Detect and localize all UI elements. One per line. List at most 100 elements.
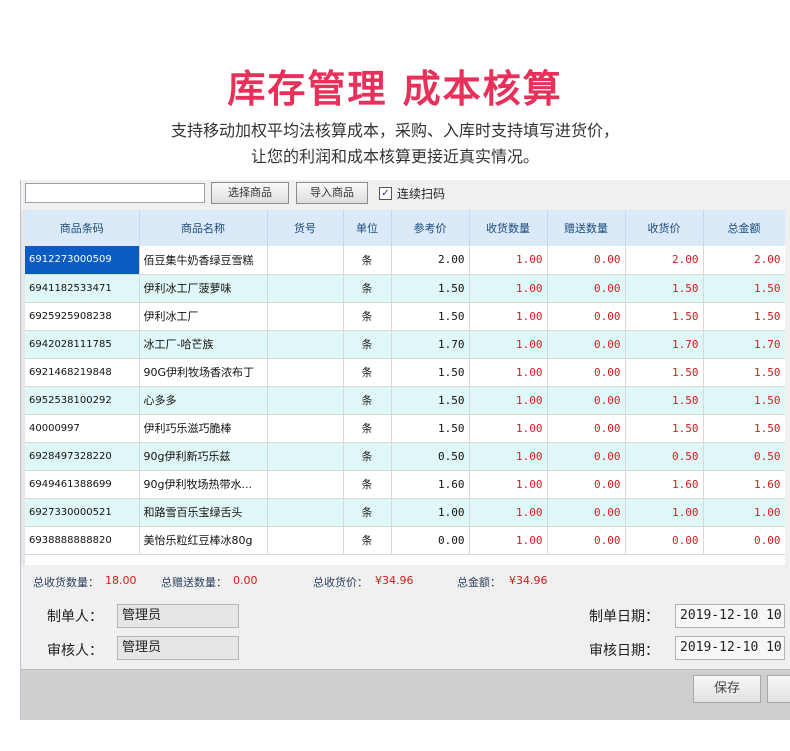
cell-recv-price[interactable]: 1.60 [625, 470, 704, 499]
cell-item-no[interactable] [267, 358, 344, 387]
cell-barcode[interactable]: 6921468219848 [25, 358, 140, 387]
cell-ref-price[interactable]: 1.50 [391, 358, 470, 387]
col-header-ref-price[interactable]: 参考价 [391, 210, 470, 246]
col-header-gift-qty[interactable]: 赠送数量 [547, 210, 626, 246]
cell-ref-price[interactable]: 1.70 [391, 330, 470, 359]
cell-recv-qty[interactable]: 1.00 [469, 414, 548, 443]
table-row[interactable]: 6938888888820 美怡乐粒红豆棒冰80g 条 0.00 1.00 0.00 0.0… [25, 526, 785, 555]
cell-barcode[interactable]: 6949461388699 [25, 470, 140, 499]
cell-barcode[interactable]: 6928497328220 [25, 442, 140, 471]
cell-name[interactable]: 心多多 [139, 386, 268, 415]
cell-recv-qty[interactable]: 1.00 [469, 386, 548, 415]
col-header-unit[interactable]: 单位 [343, 210, 392, 246]
cell-recv-price[interactable]: 1.70 [625, 330, 704, 359]
cell-item-no[interactable] [267, 246, 344, 275]
cell-gift-qty[interactable]: 0.00 [547, 358, 626, 387]
cell-name[interactable]: 伊利冰工厂菠萝味 [139, 274, 268, 303]
cell-gift-qty[interactable]: 0.00 [547, 386, 626, 415]
table-row[interactable]: 6949461388699 90g伊利牧场热带水... 条 1.60 1.00 0.00 1… [25, 470, 785, 499]
col-header-barcode[interactable]: 商品条码 [25, 210, 140, 246]
cell-recv-price[interactable]: 1.50 [625, 414, 704, 443]
cell-unit[interactable]: 条 [343, 274, 392, 303]
secondary-button[interactable] [767, 675, 790, 703]
cell-ref-price[interactable]: 1.50 [391, 302, 470, 331]
cell-recv-qty[interactable]: 1.00 [469, 330, 548, 359]
cell-recv-qty[interactable]: 1.00 [469, 302, 548, 331]
cell-gift-qty[interactable]: 0.00 [547, 442, 626, 471]
cell-barcode[interactable]: 6912273000509 [25, 246, 140, 275]
maker-field[interactable]: 管理员 [117, 604, 239, 628]
make-date-field[interactable]: 2019-12-10 10 [675, 604, 785, 628]
table-row[interactable]: 6942028111785 冰工厂-哈芒族条 1.70 1.00 0.00 1.70 1.7… [25, 330, 785, 359]
cell-barcode[interactable]: 40000997 [25, 414, 140, 443]
cell-unit[interactable]: 条 [343, 386, 392, 415]
table-row[interactable]: 6927330000521 和路雪百乐宝绿舌头条 1.00 1.00 0.00 1.00 1… [25, 498, 785, 527]
cell-unit[interactable]: 条 [343, 302, 392, 331]
cell-recv-price[interactable]: 1.50 [625, 274, 704, 303]
cell-ref-price[interactable]: 0.50 [391, 442, 470, 471]
cell-gift-qty[interactable]: 0.00 [547, 330, 626, 359]
col-header-recv-price[interactable]: 收货价 [625, 210, 704, 246]
cell-name[interactable]: 美怡乐粒红豆棒冰80g [139, 526, 268, 555]
cell-recv-price[interactable]: 1.00 [625, 498, 704, 527]
cell-item-no[interactable] [267, 526, 344, 555]
cell-recv-qty[interactable]: 1.00 [469, 274, 548, 303]
table-row[interactable]: 6912273000509 佰豆集牛奶香绿豆雪糕条 2.00 1.00 0.00 2.00… [25, 246, 785, 275]
cell-gift-qty[interactable]: 0.00 [547, 470, 626, 499]
cell-total[interactable]: 2.00 [703, 246, 785, 275]
cell-unit[interactable]: 条 [343, 246, 392, 275]
cell-name[interactable]: 佰豆集牛奶香绿豆雪糕 [139, 246, 268, 275]
cell-item-no[interactable] [267, 386, 344, 415]
cell-unit[interactable]: 条 [343, 470, 392, 499]
cell-gift-qty[interactable]: 0.00 [547, 274, 626, 303]
cell-name[interactable]: 伊利巧乐滋巧脆棒 [139, 414, 268, 443]
cell-recv-price[interactable]: 2.00 [625, 246, 704, 275]
cell-total[interactable]: 1.00 [703, 498, 785, 527]
cell-item-no[interactable] [267, 302, 344, 331]
cell-gift-qty[interactable]: 0.00 [547, 302, 626, 331]
cell-total[interactable]: 1.50 [703, 386, 785, 415]
cell-item-no[interactable] [267, 470, 344, 499]
cell-unit[interactable]: 条 [343, 498, 392, 527]
cell-item-no[interactable] [267, 274, 344, 303]
cell-ref-price[interactable]: 1.50 [391, 414, 470, 443]
cell-ref-price[interactable]: 1.50 [391, 386, 470, 415]
cell-barcode[interactable]: 6927330000521 [25, 498, 140, 527]
cell-ref-price[interactable]: 0.00 [391, 526, 470, 555]
cell-total[interactable]: 1.50 [703, 414, 785, 443]
cell-recv-price[interactable]: 1.50 [625, 302, 704, 331]
cell-unit[interactable]: 条 [343, 414, 392, 443]
cell-recv-qty[interactable]: 1.00 [469, 498, 548, 527]
cell-item-no[interactable] [267, 414, 344, 443]
cell-gift-qty[interactable]: 0.00 [547, 498, 626, 527]
cell-barcode[interactable]: 6938888888820 [25, 526, 140, 555]
cell-item-no[interactable] [267, 330, 344, 359]
table-row[interactable]: 6941182533471 伊利冰工厂菠萝味条 1.50 1.00 0.00 1.50 1.… [25, 274, 785, 303]
cell-recv-qty[interactable]: 1.00 [469, 442, 548, 471]
reviewer-field[interactable]: 管理员 [117, 636, 239, 660]
cell-name[interactable]: 伊利冰工厂 [139, 302, 268, 331]
cell-ref-price[interactable]: 1.00 [391, 498, 470, 527]
review-date-field[interactable]: 2019-12-10 10 [675, 636, 785, 660]
cell-barcode[interactable]: 6925925908238 [25, 302, 140, 331]
table-row[interactable]: 6928497328220 90g伊利新巧乐兹条 0.50 1.00 0.00 0.50 0… [25, 442, 785, 471]
col-header-name[interactable]: 商品名称 [139, 210, 268, 246]
cell-barcode[interactable]: 6952538100292 [25, 386, 140, 415]
cell-total[interactable]: 1.70 [703, 330, 785, 359]
cell-gift-qty[interactable]: 0.00 [547, 246, 626, 275]
cell-unit[interactable]: 条 [343, 330, 392, 359]
table-row[interactable]: 6921468219848 90G伊利牧场香浓布丁条 1.50 1.00 0.00 1.5… [25, 358, 785, 387]
cell-recv-qty[interactable]: 1.00 [469, 526, 548, 555]
table-row[interactable]: 6952538100292 心多多条 1.50 1.00 0.00 1.50 1.50 [25, 386, 785, 415]
cell-unit[interactable]: 条 [343, 358, 392, 387]
cell-total[interactable]: 1.60 [703, 470, 785, 499]
cell-total[interactable]: 1.50 [703, 274, 785, 303]
cell-barcode[interactable]: 6941182533471 [25, 274, 140, 303]
col-header-recv-qty[interactable]: 收货数量 [469, 210, 548, 246]
cell-name[interactable]: 冰工厂-哈芒族 [139, 330, 268, 359]
cell-ref-price[interactable]: 1.50 [391, 274, 470, 303]
cell-total[interactable]: 0.00 [703, 526, 785, 555]
cell-unit[interactable]: 条 [343, 442, 392, 471]
col-header-total[interactable]: 总金额 [703, 210, 785, 246]
cell-recv-price[interactable]: 0.50 [625, 442, 704, 471]
